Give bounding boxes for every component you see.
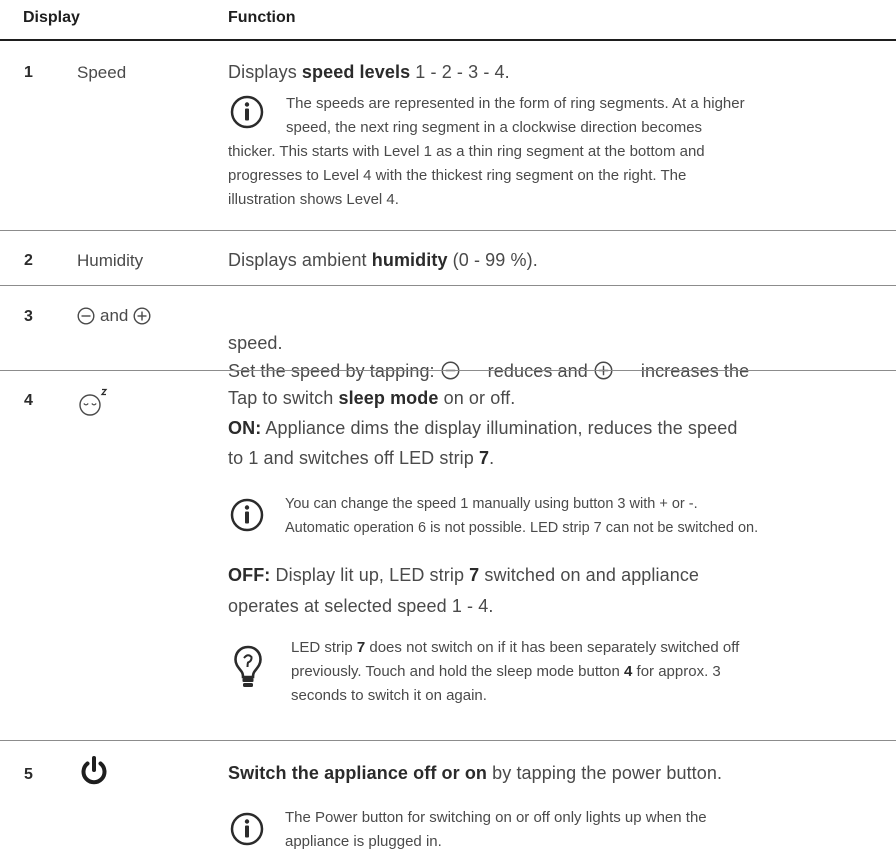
function-text: to 1 and switches off LED strip 7. bbox=[228, 448, 495, 468]
row-number: 5 bbox=[24, 766, 33, 783]
info-icon bbox=[230, 498, 264, 532]
function-text: Displays ambient humidity (0 - 99 %). bbox=[228, 250, 538, 270]
function-text: Tap to switch sleep mode on or off. bbox=[228, 388, 516, 408]
row-divider bbox=[0, 230, 896, 231]
note-line: appliance is plugged in. bbox=[285, 833, 442, 850]
header-display: Display bbox=[23, 9, 80, 26]
info-icon bbox=[230, 95, 264, 129]
power-icon bbox=[78, 755, 110, 787]
tip-line: previously. Touch and hold the sleep mod… bbox=[291, 663, 721, 680]
plus-circle-icon bbox=[133, 307, 151, 325]
lightbulb-icon bbox=[232, 644, 264, 690]
row-number: 4 bbox=[24, 392, 33, 409]
display-name: Speed bbox=[77, 63, 127, 82]
row-divider bbox=[0, 370, 896, 371]
tip-line: seconds to switch it on again. bbox=[291, 687, 487, 704]
note-line: thicker. This starts with Level 1 as a t… bbox=[228, 143, 705, 160]
note-line: The speeds are represented in the form o… bbox=[286, 95, 745, 112]
display-name: Humidity bbox=[77, 251, 144, 270]
note-line: The Power button for switching on or off… bbox=[285, 809, 707, 826]
minus-circle-icon bbox=[77, 307, 95, 325]
function-text: Switch the appliance off or on by tappin… bbox=[228, 763, 723, 783]
row-number: 1 bbox=[24, 64, 33, 81]
function-table: Display Function 1 Speed Displays speed … bbox=[0, 0, 896, 868]
header-function: Function bbox=[228, 9, 296, 26]
function-text: OFF: Display lit up, LED strip 7 switche… bbox=[228, 565, 700, 585]
note-line: illustration shows Level 4. bbox=[228, 191, 399, 208]
note-line: Automatic operation 6 is not possible. L… bbox=[285, 520, 759, 536]
info-icon bbox=[230, 812, 264, 846]
row-divider bbox=[0, 285, 896, 286]
sleep-face-icon bbox=[78, 388, 108, 418]
table-header: Display Function bbox=[0, 0, 896, 39]
function-text: Displays speed levels 1 - 2 - 3 - 4. bbox=[228, 62, 510, 82]
row-divider bbox=[0, 740, 896, 741]
note-line: progresses to Level 4 with the thickest … bbox=[228, 167, 687, 184]
function-text: speed. bbox=[228, 333, 283, 353]
function-text: operates at selected speed 1 - 4. bbox=[228, 596, 494, 616]
display-name: and bbox=[77, 305, 151, 327]
tip-line: LED strip 7 does not switch on if it has… bbox=[291, 639, 740, 656]
note-line: You can change the speed 1 manually usin… bbox=[285, 496, 698, 512]
row-number: 3 bbox=[24, 308, 33, 325]
header-divider bbox=[0, 39, 896, 41]
row-number: 2 bbox=[24, 252, 33, 269]
note-line: speed, the next ring segment in a clockw… bbox=[286, 119, 703, 136]
function-text: ON: Appliance dims the display illuminat… bbox=[228, 418, 738, 438]
